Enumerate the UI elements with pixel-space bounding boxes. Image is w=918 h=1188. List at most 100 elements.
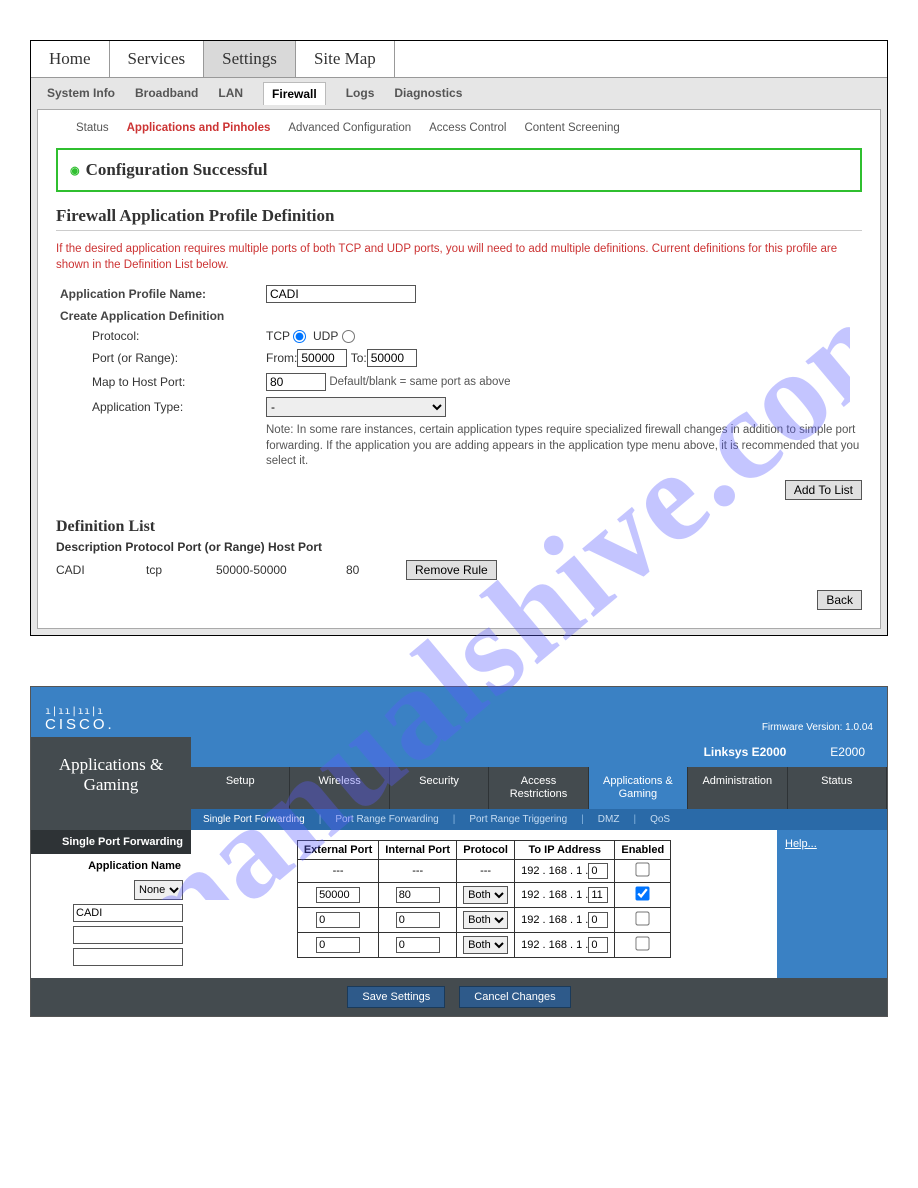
mtab-access[interactable]: Access Restrictions	[489, 767, 588, 809]
iplast-0[interactable]	[588, 863, 608, 879]
ext-2[interactable]	[316, 912, 360, 928]
iplast-2[interactable]	[588, 912, 608, 928]
enabled-3[interactable]	[636, 936, 650, 950]
subtab-logs[interactable]: Logs	[346, 86, 375, 101]
back-button[interactable]: Back	[817, 590, 862, 610]
proto-0: ---	[457, 860, 515, 883]
th-proto: Protocol	[457, 841, 515, 860]
pnav-status[interactable]: Status	[76, 122, 109, 134]
model-code: E2000	[808, 745, 887, 759]
page-title: Firewall Application Profile Definition	[56, 206, 862, 231]
remove-rule-button[interactable]: Remove Rule	[406, 560, 497, 580]
router-2wire-window: Home Services Settings Site Map System I…	[30, 40, 888, 636]
appname-select[interactable]: None	[134, 880, 183, 900]
rule-port: 50000-50000	[216, 563, 316, 577]
iplast-1[interactable]	[588, 887, 608, 903]
proto-1[interactable]: Both	[463, 886, 508, 904]
mtab-status[interactable]: Status	[788, 767, 887, 809]
stab-qos[interactable]: QoS	[646, 814, 674, 825]
appname-input-1[interactable]	[73, 904, 183, 922]
stab-range[interactable]: Port Range Forwarding	[331, 814, 442, 825]
subtab-broadband[interactable]: Broadband	[135, 86, 198, 101]
iplast-3[interactable]	[588, 937, 608, 953]
tab-sitemap[interactable]: Site Map	[296, 41, 395, 77]
success-text: Configuration Successful	[70, 160, 848, 180]
enabled-0[interactable]	[636, 862, 650, 876]
enabled-2[interactable]	[636, 911, 650, 925]
enabled-1[interactable]	[636, 886, 650, 900]
subtab-systeminfo[interactable]: System Info	[47, 86, 115, 101]
deflist-headers: Description Protocol Port (or Range) Hos…	[56, 540, 862, 554]
success-banner: Configuration Successful	[56, 148, 862, 192]
sidebar-heading: Single Port Forwarding	[31, 830, 191, 854]
add-to-list-button[interactable]: Add To List	[785, 480, 862, 500]
rule-host: 80	[346, 563, 376, 577]
main-panel: Status Applications and Pinholes Advance…	[37, 109, 881, 629]
to-label: To:	[351, 351, 367, 365]
tab-home[interactable]: Home	[31, 41, 110, 77]
apptype-note: Note: In some rare instances, certain ap…	[266, 423, 862, 470]
rule-proto: tcp	[146, 563, 186, 577]
tab-settings[interactable]: Settings	[204, 41, 296, 77]
ipprefix-2: 192 . 168 . 1 .	[521, 914, 588, 926]
cancel-button[interactable]: Cancel Changes	[459, 986, 570, 1008]
model-name: Linksys E2000	[682, 745, 809, 759]
help-link[interactable]: Help...	[785, 838, 817, 850]
pnav-pinholes[interactable]: Applications and Pinholes	[127, 122, 271, 134]
pnav-content[interactable]: Content Screening	[524, 122, 619, 134]
proto-2[interactable]: Both	[463, 911, 508, 929]
fwd-row-1: Both 192 . 168 . 1 .	[297, 883, 670, 908]
tcp-label: TCP	[266, 329, 290, 343]
firmware-version: Firmware Version: 1.0.04	[762, 722, 873, 733]
udp-radio[interactable]	[342, 330, 355, 343]
th-intport: Internal Port	[379, 841, 457, 860]
port-to-input[interactable]	[367, 349, 417, 367]
subtab-diagnostics[interactable]: Diagnostics	[394, 86, 462, 101]
ext-3[interactable]	[316, 937, 360, 953]
cisco-logo: ı|ıı|ıı|ı CISCO.	[45, 708, 115, 733]
sub-tabs: Single Port Forwarding| Port Range Forwa…	[191, 809, 887, 830]
mtab-appsgaming[interactable]: Applications & Gaming	[589, 767, 688, 809]
proto-3[interactable]: Both	[463, 936, 508, 954]
port-label: Port (or Range):	[56, 351, 266, 365]
save-button[interactable]: Save Settings	[347, 986, 445, 1008]
mtab-security[interactable]: Security	[390, 767, 489, 809]
int-1[interactable]	[396, 887, 440, 903]
appname-label: Application Name	[35, 858, 187, 878]
from-label: From:	[266, 351, 297, 365]
profile-name-input[interactable]	[266, 285, 416, 303]
mtab-admin[interactable]: Administration	[688, 767, 787, 809]
table-header-row: External Port Internal Port Protocol To …	[297, 841, 670, 860]
mtab-setup[interactable]: Setup	[191, 767, 290, 809]
mtab-wireless[interactable]: Wireless	[290, 767, 389, 809]
pnav-advanced[interactable]: Advanced Configuration	[288, 122, 411, 134]
appname-input-3[interactable]	[73, 948, 183, 966]
fwd-row-3: Both 192 . 168 . 1 .	[297, 933, 670, 958]
tab-services[interactable]: Services	[110, 41, 205, 77]
ext-1[interactable]	[316, 887, 360, 903]
stab-single[interactable]: Single Port Forwarding	[199, 814, 309, 825]
int-0: ---	[379, 860, 457, 883]
create-def-label: Create Application Definition	[56, 309, 266, 323]
tcp-radio[interactable]	[293, 330, 306, 343]
th-enabled: Enabled	[615, 841, 671, 860]
page-description: If the desired application requires mult…	[56, 241, 862, 273]
protocol-label: Protocol:	[56, 329, 266, 343]
rule-desc: CADI	[56, 563, 116, 577]
help-panel: Help...	[777, 830, 887, 978]
appname-input-2[interactable]	[73, 926, 183, 944]
int-3[interactable]	[396, 937, 440, 953]
stab-dmz[interactable]: DMZ	[594, 814, 624, 825]
footer: Save Settings Cancel Changes	[31, 978, 887, 1016]
subtab-firewall[interactable]: Firewall	[263, 82, 326, 105]
stab-trigger[interactable]: Port Range Triggering	[465, 814, 571, 825]
pnav-access[interactable]: Access Control	[429, 122, 506, 134]
int-2[interactable]	[396, 912, 440, 928]
ipprefix-0: 192 . 168 . 1 .	[521, 865, 588, 877]
fwd-row-2: Both 192 . 168 . 1 .	[297, 908, 670, 933]
top-bar: ı|ıı|ıı|ı CISCO. Firmware Version: 1.0.0…	[31, 687, 887, 737]
apptype-select[interactable]: -	[266, 397, 446, 417]
port-from-input[interactable]	[297, 349, 347, 367]
subtab-lan[interactable]: LAN	[218, 86, 243, 101]
maphost-input[interactable]	[266, 373, 326, 391]
